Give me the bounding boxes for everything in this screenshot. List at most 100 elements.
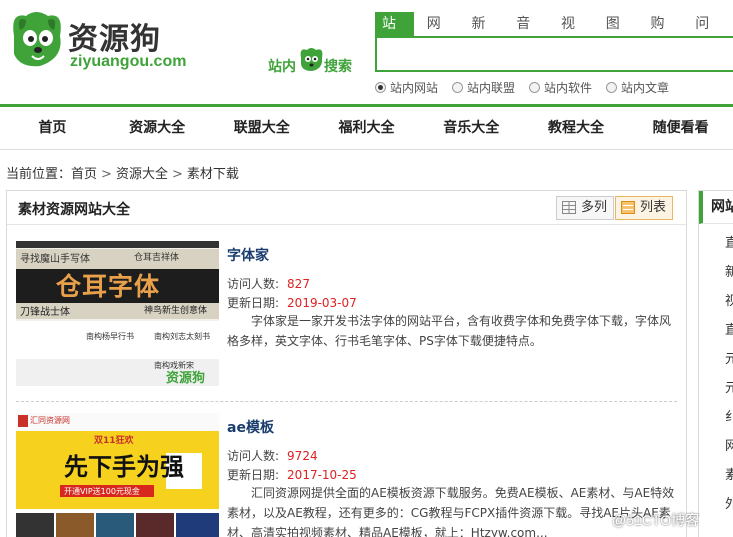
- search-input[interactable]: [377, 38, 733, 70]
- sidebar-item[interactable]: 元: [725, 379, 733, 399]
- item-date: 更新日期: 2017-10-25: [227, 466, 357, 483]
- search-tab-qa[interactable]: 问答: [688, 12, 727, 56]
- thumb-text: 南构刘志太刻书: [154, 332, 210, 341]
- search-tab-shopping[interactable]: 购物: [644, 12, 683, 56]
- grid-view-label: 多列: [581, 200, 608, 215]
- breadcrumb-separator: >: [101, 167, 112, 182]
- breadcrumb-prefix: 当前位置：: [6, 167, 72, 182]
- nav-music[interactable]: 音乐大全: [419, 107, 524, 149]
- search-tab-video[interactable]: 视频: [554, 12, 593, 56]
- date-value: 2019-03-07: [287, 296, 357, 310]
- thumb-text: 南构杨早行书: [86, 332, 134, 341]
- site-header: 资源狗 ziyuangou.com 站内 搜索 站内 网页 新闻 音乐 视频 图…: [0, 0, 733, 104]
- breadcrumb-materials[interactable]: 素材下载: [187, 167, 239, 182]
- list-view-label: 列表: [640, 200, 667, 215]
- radio-dot[interactable]: [452, 82, 464, 93]
- thumb-brand: 汇同资源网: [30, 416, 70, 425]
- radio-label: 站内网站: [390, 81, 439, 95]
- breadcrumb: 当前位置：首页 > 资源大全 > 素材下载: [6, 163, 239, 182]
- panel-header: 素材资源网站大全 多列 列表: [7, 191, 686, 225]
- search-tab-image[interactable]: 图片: [599, 12, 638, 56]
- item-name[interactable]: ae模板: [227, 417, 274, 437]
- sidebar-item[interactable]: 网: [725, 437, 733, 457]
- visits-value: 827: [287, 277, 310, 291]
- item-description: 字体家是一家开发书法字体的网站平台，含有收费字体和免费字体下载，字体风格多样，英…: [227, 314, 672, 348]
- site-search-label: 站内 搜索: [268, 44, 358, 76]
- sidebar-item[interactable]: 直: [725, 234, 733, 254]
- visits-label: 访问人数:: [227, 277, 280, 291]
- sidebar-title: 网站: [699, 191, 733, 224]
- item-visits: 访问人数: 9724: [227, 447, 318, 464]
- thumb-text: 仓耳吉祥体: [134, 253, 180, 263]
- radio-site-software[interactable]: 站内软件: [529, 79, 592, 96]
- search-scope-radios: 站内网站 站内联盟 站内软件 站内文章: [375, 79, 683, 96]
- radio-site-websites[interactable]: 站内网站: [375, 79, 438, 96]
- thumb-headline: 先下手为强: [64, 453, 184, 481]
- sidebar-item[interactable]: 纟: [725, 408, 733, 428]
- grid-icon: [562, 201, 576, 214]
- watermark: @51CTO博客: [612, 512, 700, 528]
- thumb-text: 寻找魔山手写体: [20, 254, 90, 265]
- logo-url: ziyuangou.com: [70, 53, 187, 70]
- thumb-brand: 资源狗: [166, 371, 206, 386]
- search-box: [375, 36, 733, 72]
- panel-title: 素材资源网站大全: [18, 202, 130, 218]
- dog-logo-icon: [13, 12, 61, 67]
- item-description: 汇同资源网提供全面的AE模板资源下载服务。免费AE模板、AE素材、与AE特效素材…: [227, 486, 675, 537]
- date-label: 更新日期:: [227, 296, 280, 310]
- item-name[interactable]: 字体家: [227, 245, 269, 265]
- nav-random[interactable]: 随便看看: [628, 107, 733, 149]
- breadcrumb-home[interactable]: 首页: [71, 167, 97, 182]
- grid-view-button[interactable]: 多列: [556, 196, 615, 220]
- item-date: 更新日期: 2019-03-07: [227, 294, 357, 311]
- site-logo[interactable]: 资源狗 ziyuangou.com: [6, 6, 191, 80]
- site-search-right: 搜索: [324, 59, 352, 75]
- date-label: 更新日期:: [227, 468, 280, 482]
- logo-name: 资源狗: [68, 22, 161, 57]
- thumb-text: 刀锋战士体: [20, 307, 70, 318]
- thumb-headline: 仓耳字体: [56, 272, 161, 301]
- nav-tutorials[interactable]: 教程大全: [524, 107, 629, 149]
- radio-dot[interactable]: [375, 82, 386, 93]
- item-thumbnail[interactable]: 寻找魔山手写体 仓耳吉祥体 仓耳字体 刀锋战士体 神鸟新生创意体 南构杨早行书 …: [16, 241, 219, 386]
- sidebar-item[interactable]: 视: [725, 292, 733, 312]
- sidebar-item[interactable]: 新: [725, 263, 733, 283]
- visits-label: 访问人数:: [227, 449, 280, 463]
- small-dog-icon: [300, 48, 323, 71]
- resource-list-panel: 素材资源网站大全 多列 列表 寻找魔山手写体 仓耳吉祥体 仓耳字体 刀锋战士体 …: [6, 190, 687, 537]
- radio-label: 站内联盟: [467, 81, 516, 95]
- radio-dot[interactable]: [529, 82, 541, 93]
- nav-home[interactable]: 首页: [0, 107, 105, 149]
- breadcrumb-resources[interactable]: 资源大全: [116, 167, 168, 182]
- radio-label: 站内文章: [621, 81, 670, 95]
- search-tab-web[interactable]: 网页: [420, 12, 459, 56]
- nav-welfare[interactable]: 福利大全: [314, 107, 419, 149]
- search-tab-site[interactable]: 站内: [375, 12, 414, 56]
- list-item: 寻找魔山手写体 仓耳吉祥体 仓耳字体 刀锋战士体 神鸟新生创意体 南构杨早行书 …: [16, 241, 676, 391]
- sidebar-item[interactable]: 外: [725, 495, 733, 515]
- item-visits: 访问人数: 827: [227, 275, 310, 292]
- search-tab-news[interactable]: 新闻: [465, 12, 504, 56]
- list-icon: [621, 201, 635, 214]
- radio-label: 站内软件: [544, 81, 593, 95]
- thumb-text: 神鸟新生创意体: [144, 306, 208, 316]
- nav-unions[interactable]: 联盟大全: [209, 107, 314, 149]
- main-nav: 首页 资源大全 联盟大全 福利大全 音乐大全 教程大全 随便看看: [0, 104, 733, 150]
- radio-site-unions[interactable]: 站内联盟: [452, 79, 515, 96]
- list-item: 汇同资源网 双11狂欢 先下手为强 开通VIP送100元现金 ae模板 访问人数…: [16, 413, 676, 537]
- list-view-button[interactable]: 列表: [615, 196, 674, 220]
- nav-resources[interactable]: 资源大全: [105, 107, 210, 149]
- sidebar-item[interactable]: 直: [725, 321, 733, 341]
- thumb-subtitle: 双11狂欢: [94, 436, 134, 446]
- sidebar-item[interactable]: 元: [725, 350, 733, 370]
- sidebar-item[interactable]: 素: [725, 466, 733, 486]
- date-value: 2017-10-25: [287, 468, 357, 482]
- search-tab-music[interactable]: 音乐: [509, 12, 548, 56]
- breadcrumb-separator: >: [171, 167, 183, 182]
- item-divider: [16, 401, 677, 402]
- radio-dot[interactable]: [606, 82, 618, 93]
- radio-site-articles[interactable]: 站内文章: [606, 79, 669, 96]
- item-thumbnail[interactable]: 汇同资源网 双11狂欢 先下手为强 开通VIP送100元现金: [16, 413, 219, 537]
- site-search-left: 站内: [268, 59, 296, 75]
- thumb-badge: 开通VIP送100元现金: [64, 487, 140, 496]
